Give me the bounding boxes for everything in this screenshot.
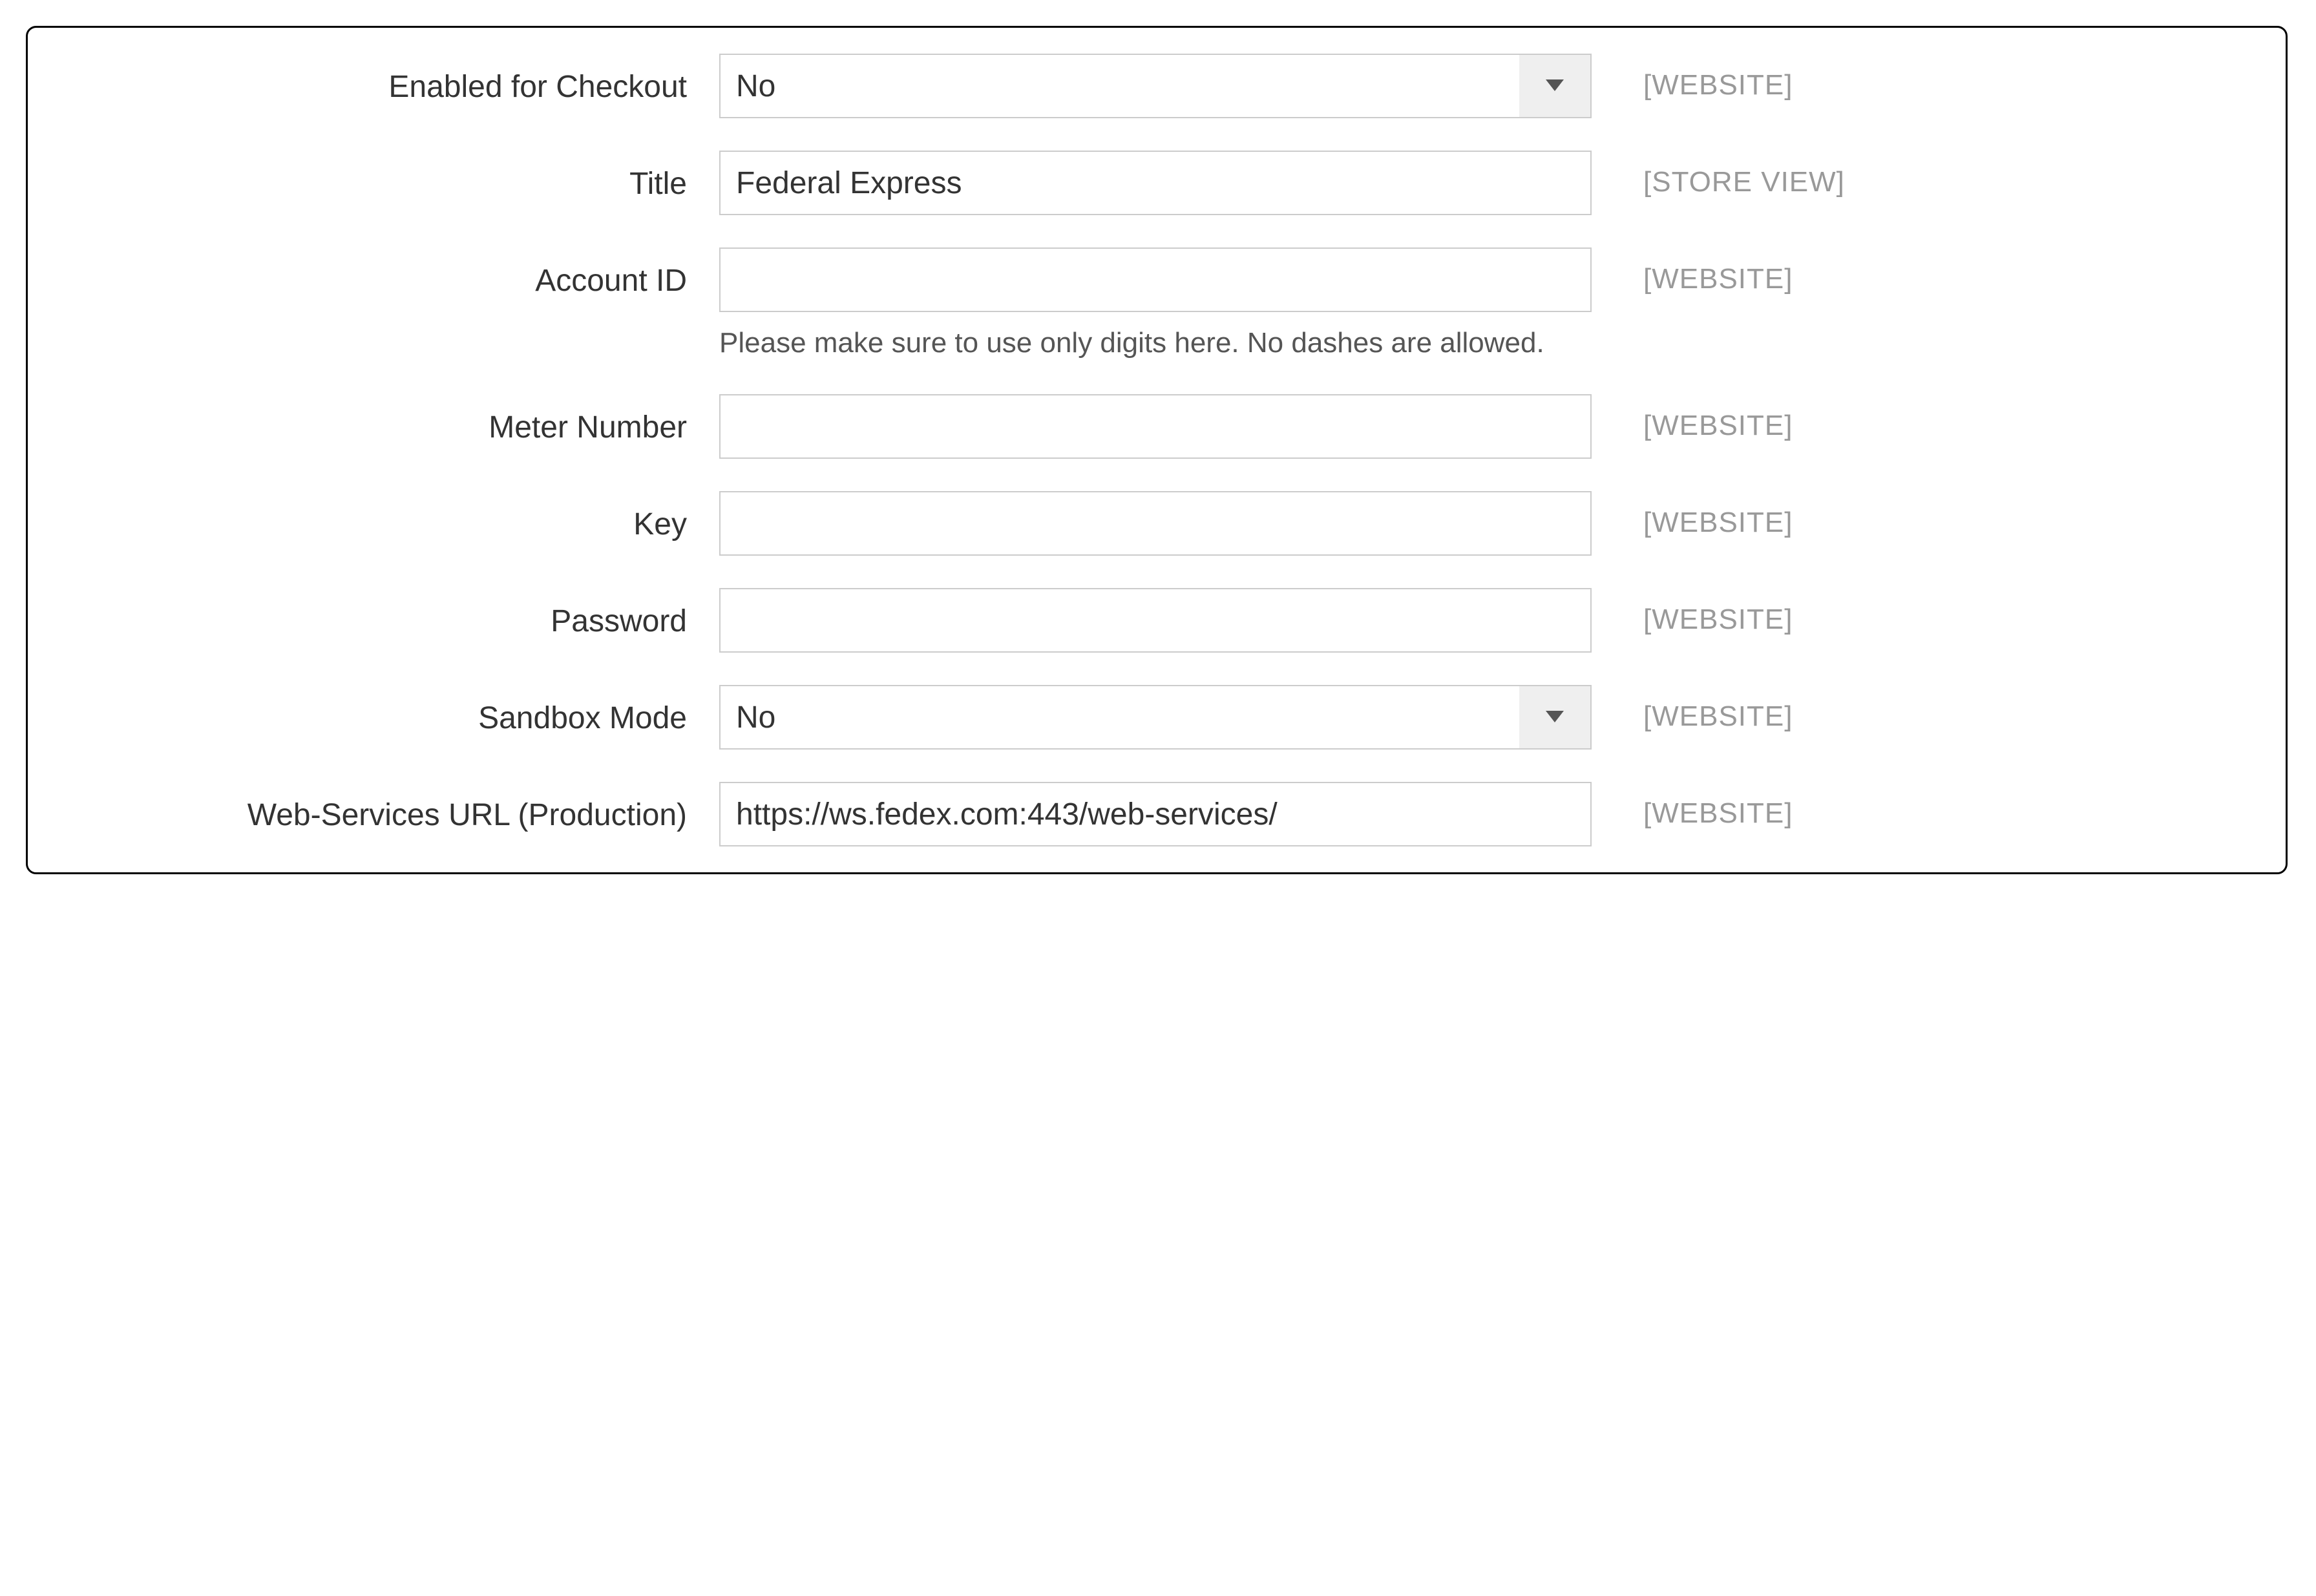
row-web-services-url: Web-Services URL (Production) [WEBSITE] — [54, 782, 2247, 846]
label-web-services-url: Web-Services URL (Production) — [54, 782, 719, 833]
help-account-id: Please make sure to use only digits here… — [719, 324, 1592, 362]
scope-key: [WEBSITE] — [1592, 491, 1793, 539]
label-key: Key — [54, 491, 719, 542]
scope-password: [WEBSITE] — [1592, 588, 1793, 636]
row-account-id: Account ID Please make sure to use only … — [54, 247, 2247, 362]
scope-web-services-url: [WEBSITE] — [1592, 782, 1793, 830]
scope-sandbox-mode: [WEBSITE] — [1592, 685, 1793, 733]
row-meter-number: Meter Number [WEBSITE] — [54, 394, 2247, 459]
select-sandbox-mode[interactable]: No — [719, 685, 1592, 750]
input-title[interactable] — [719, 151, 1592, 215]
scope-title: [STORE VIEW] — [1592, 151, 1845, 198]
input-meter-number[interactable] — [719, 394, 1592, 459]
row-sandbox-mode: Sandbox Mode No [WEBSITE] — [54, 685, 2247, 750]
input-account-id[interactable] — [719, 247, 1592, 312]
row-title: Title [STORE VIEW] — [54, 151, 2247, 215]
row-password: Password [WEBSITE] — [54, 588, 2247, 653]
row-key: Key [WEBSITE] — [54, 491, 2247, 556]
label-sandbox-mode: Sandbox Mode — [54, 685, 719, 736]
scope-account-id: [WEBSITE] — [1592, 247, 1793, 295]
label-title: Title — [54, 151, 719, 202]
scope-enabled-for-checkout: [WEBSITE] — [1592, 54, 1793, 101]
label-password: Password — [54, 588, 719, 639]
select-sandbox-mode-wrap: No — [719, 685, 1592, 750]
scope-meter-number: [WEBSITE] — [1592, 394, 1793, 442]
select-enabled-for-checkout[interactable]: No — [719, 54, 1592, 118]
input-web-services-url[interactable] — [719, 782, 1592, 846]
row-enabled-for-checkout: Enabled for Checkout No [WEBSITE] — [54, 54, 2247, 118]
label-enabled-for-checkout: Enabled for Checkout — [54, 54, 719, 105]
label-meter-number: Meter Number — [54, 394, 719, 445]
fedex-settings-form: Enabled for Checkout No [WEBSITE] Title … — [26, 26, 2288, 874]
input-key[interactable] — [719, 491, 1592, 556]
input-password[interactable] — [719, 588, 1592, 653]
label-account-id: Account ID — [54, 247, 719, 299]
select-enabled-for-checkout-wrap: No — [719, 54, 1592, 118]
